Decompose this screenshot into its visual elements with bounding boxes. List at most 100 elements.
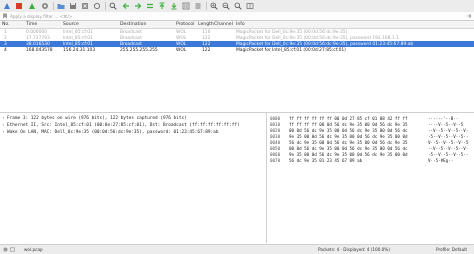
status-packet-counts: Packets: 4 · Displayed: 4 (100.0%) (318, 247, 390, 252)
cell-destination: Broadcast (120, 41, 142, 47)
toolbar-separator (206, 2, 207, 10)
cell-length: 122 (202, 35, 211, 41)
bytes-hex[interactable]: 9e 35 00 0d 56 dc 9e 35 00 0d 56 dc 9e 3… (289, 134, 408, 139)
go-forward-arrow-icon[interactable] (134, 2, 142, 10)
column-header-destination[interactable]: Destination (120, 22, 146, 27)
cell-no: 3 (4, 41, 7, 47)
display-filter-input[interactable] (10, 13, 465, 19)
column-header-length[interactable]: Length (198, 22, 214, 27)
cell-length: 122 (202, 47, 211, 53)
go-first-packet-icon[interactable] (158, 2, 166, 10)
filter-arrow-icon[interactable] (466, 13, 472, 19)
toolbar-separator (53, 2, 54, 10)
bytes-offset: 0060 (270, 152, 281, 157)
cell-no: 4 (4, 47, 7, 53)
bytes-offset: 0020 (270, 128, 281, 133)
cell-time: 0.000000 (26, 29, 47, 35)
cell-info: MagicPacket for Intel_85:cf:01 (00:0d:27… (236, 47, 346, 53)
status-profile[interactable]: Profile: Default (436, 247, 467, 252)
bytes-ascii[interactable]: ··V··5··V··5··V· (428, 146, 468, 151)
bytes-ascii[interactable]: ·5··V··5··V··5·· (428, 134, 468, 139)
column-header-protocol[interactable]: Protocol (176, 22, 195, 27)
bookmark-icon[interactable] (2, 13, 8, 19)
packet-bytes-pane: 0000 ff ff ff ff ff ff 00 0d 27 85 cf 01… (268, 113, 474, 243)
resize-columns-icon[interactable] (246, 2, 254, 10)
packet-details-pane: › Frame 3: 122 bytes on wire (976 bits), … (0, 113, 267, 243)
status-file-name: wol.pcap (24, 247, 43, 252)
expert-info-icon[interactable] (3, 247, 8, 252)
cell-source: Intel_85:cf:01 (63, 29, 93, 35)
bytes-ascii[interactable]: V··5··V··5··V··5 (428, 140, 468, 145)
bytes-ascii[interactable]: ··V··5··V··5··V· (428, 128, 468, 133)
bytes-hex[interactable]: 00 0d 56 dc 9e 35 00 0d 56 dc 9e 35 00 0… (289, 146, 408, 151)
bytes-offset: 0050 (270, 146, 281, 151)
packet-list-header: No. Time Source Destination Protocol Len… (0, 21, 474, 29)
bytes-hex[interactable]: 56 dc 9e 35 00 0d 56 dc 9e 35 00 0d 56 d… (289, 140, 408, 145)
cell-no: 1 (4, 29, 7, 35)
cell-info: MagicPacket for Dell_0c:9e:35 (00:0d:56:… (236, 29, 348, 35)
detail-text: Ethernet II, Src: Intel_85:cf:01 (00:0e:… (7, 123, 240, 128)
packet-row[interactable]: 4 168.043578 156.24.31.103 255.255.255.2… (0, 47, 474, 53)
cell-destination: Broadcast (120, 35, 142, 41)
normal-size-icon[interactable] (234, 2, 242, 10)
go-to-packet-icon[interactable] (146, 2, 154, 10)
open-file-icon[interactable] (57, 2, 65, 10)
capture-comment-icon[interactable] (10, 247, 15, 252)
shark-fin-start-icon[interactable] (3, 2, 11, 10)
cell-info: MagicPacket for Dell_0c:9e:35 (00:0d:56:… (236, 35, 399, 41)
packet-list: No. Time Source Destination Protocol Len… (0, 21, 474, 111)
cell-time: 38.016530 (26, 41, 50, 47)
find-packet-icon[interactable] (109, 2, 117, 10)
detail-tree-item-frame[interactable]: › Frame 3: 122 bytes on wire (976 bits), … (2, 116, 187, 121)
detail-tree-item-wol[interactable]: › Wake On LAN, MAC: Dell_0c:9e:35 (00:0d:… (2, 130, 218, 135)
save-file-icon[interactable] (69, 2, 77, 10)
go-back-arrow-icon[interactable] (122, 2, 130, 10)
cell-time: 17.737793 (26, 35, 50, 41)
bytes-ascii[interactable]: ····V··5··V··5 (428, 122, 463, 127)
cell-source: Intel_85:cf:01 (63, 35, 93, 41)
cell-info: MagicPacket for Dell_0c:9e:35 (00:0d:56:… (236, 41, 414, 47)
display-filter-bar (0, 12, 474, 21)
reload-icon[interactable] (93, 2, 101, 10)
capture-options-gear-icon[interactable] (41, 2, 49, 10)
column-header-source[interactable]: Source (63, 22, 79, 27)
detail-text: Frame 3: 122 bytes on wire (976 bits), 1… (7, 116, 187, 121)
bytes-hex[interactable]: ff ff ff ff 00 0d 56 dc 9e 35 00 0d 56 d… (289, 122, 408, 127)
column-header-channel[interactable]: Channel (214, 22, 233, 27)
bytes-offset: 0030 (270, 134, 281, 139)
go-last-packet-icon[interactable] (170, 2, 178, 10)
stop-capture-icon[interactable] (15, 2, 23, 10)
zoom-in-icon[interactable] (210, 2, 218, 10)
colorize-icon[interactable] (194, 2, 202, 10)
zoom-out-icon[interactable] (222, 2, 230, 10)
auto-scroll-icon[interactable] (182, 2, 190, 10)
cell-no: 2 (4, 35, 7, 41)
column-header-info[interactable]: Info (236, 22, 245, 27)
bytes-offset: 0010 (270, 122, 281, 127)
column-header-no[interactable]: No. (2, 22, 10, 27)
cell-time: 168.043578 (26, 47, 53, 53)
cell-protocol: WOL (176, 35, 187, 41)
cell-source: 156.24.31.103 (63, 47, 96, 53)
cell-destination: 255.255.255.255 (120, 47, 158, 53)
bytes-offset: 0040 (270, 140, 281, 145)
cell-length: 116 (202, 29, 211, 35)
cell-protocol: WOL (176, 47, 187, 53)
detail-tree-item-ethernet[interactable]: › Ethernet II, Src: Intel_85:cf:01 (00:0e… (2, 123, 240, 128)
cell-protocol: WOL (176, 41, 187, 47)
bytes-hex[interactable]: 56 dc 9e 35 01 23 45 67 89 ab (289, 158, 362, 163)
cell-protocol: WOL (176, 29, 187, 35)
bytes-hex[interactable]: ff ff ff ff ff ff 00 0d 27 85 cf 01 08 4… (289, 116, 408, 121)
bytes-offset: 0000 (270, 116, 281, 121)
bytes-ascii[interactable]: V··5·#Eg·· (428, 158, 453, 163)
restart-capture-icon[interactable] (28, 2, 36, 10)
cell-source: Intel_85:cf:01 (63, 41, 93, 47)
close-file-icon[interactable] (81, 2, 89, 10)
bytes-ascii[interactable]: ·5··V··5··V··5·· (428, 152, 468, 157)
bytes-hex[interactable]: 00 0d 56 dc 9e 35 00 0d 56 dc 9e 35 00 0… (289, 128, 408, 133)
bytes-hex[interactable]: 9e 35 00 0d 56 dc 9e 35 00 0d 56 dc 9e 3… (289, 152, 408, 157)
bytes-ascii[interactable]: ······'··B·· (428, 116, 458, 121)
column-header-time[interactable]: Time (26, 22, 37, 27)
bytes-offset: 0070 (270, 158, 281, 163)
cell-destination: Broadcast (120, 29, 142, 35)
